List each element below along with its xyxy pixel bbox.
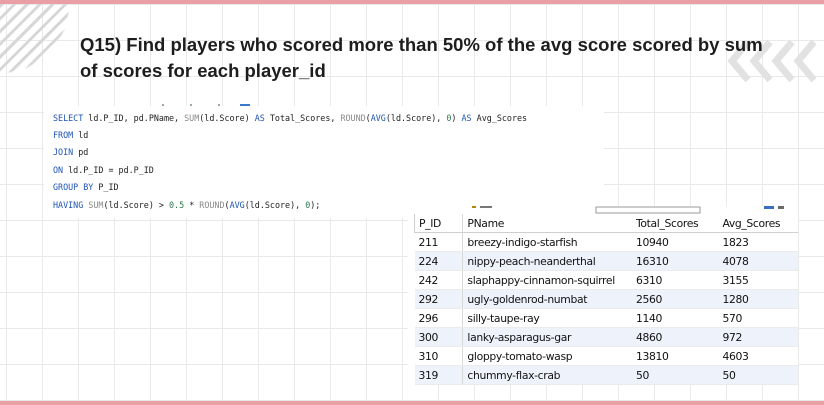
table-row[interactable]: 310 gloppy-tomato-wasp 13810 4603 [414, 346, 798, 366]
bottom-accent-line [0, 401, 824, 405]
column-header-pname[interactable]: PName [462, 214, 632, 233]
table-row[interactable]: 296 silly-taupe-ray 1140 570 [414, 308, 798, 328]
cell-p-id[interactable]: 224 [414, 251, 464, 271]
cell-p-id[interactable]: 296 [414, 308, 464, 328]
cell-total-scores[interactable]: 4860 [631, 327, 719, 347]
cell-pname[interactable]: breezy-indigo-starfish [462, 232, 632, 252]
cell-total-scores[interactable]: 1140 [631, 308, 719, 328]
cell-pname[interactable]: lanky-asparagus-gar [462, 327, 632, 347]
result-grid-panel: P_ID PName Total_Scores Avg_Scores 211 b… [408, 206, 798, 385]
cell-p-id[interactable]: 242 [414, 270, 464, 290]
sql-line-on: ON ld.P_ID = pd.P_ID [53, 165, 154, 175]
cell-total-scores[interactable]: 16310 [631, 251, 719, 271]
cell-p-id[interactable]: 300 [414, 327, 464, 347]
cell-pname[interactable]: slaphappy-cinnamon-squirrel [462, 270, 632, 290]
column-header-p-id[interactable]: P_ID [413, 214, 464, 233]
editor-hint-marks [162, 104, 250, 106]
result-toolbar-fragment [472, 206, 784, 214]
cell-total-scores[interactable]: 10940 [631, 232, 719, 252]
table-row[interactable]: 319 chummy-flax-crab 50 50 [414, 365, 798, 385]
result-table: P_ID PName Total_Scores Avg_Scores 211 b… [413, 214, 798, 385]
column-header-avg-scores[interactable]: Avg_Scores [718, 214, 798, 233]
cell-total-scores[interactable]: 50 [631, 365, 719, 385]
table-row[interactable]: 300 lanky-asparagus-gar 4860 972 [414, 327, 798, 347]
table-row[interactable]: 292 ugly-goldenrod-numbat 2560 1280 [414, 289, 798, 309]
column-header-total-scores[interactable]: Total_Scores [631, 214, 719, 233]
cell-avg-scores[interactable]: 4603 [718, 346, 798, 366]
cell-p-id[interactable]: 211 [414, 232, 464, 252]
cell-pname[interactable]: silly-taupe-ray [462, 308, 632, 328]
cell-pname[interactable]: chummy-flax-crab [462, 365, 632, 385]
cell-avg-scores[interactable]: 972 [718, 327, 798, 347]
sql-line-group-by: GROUP BY P_ID [53, 182, 119, 192]
table-row[interactable]: 224 nippy-peach-neanderthal 16310 4078 [414, 251, 798, 271]
cell-pname[interactable]: ugly-goldenrod-numbat [462, 289, 632, 309]
sql-line-having: HAVING SUM(ld.Score) > 0.5 * ROUND(AVG(l… [53, 200, 321, 210]
cell-pname[interactable]: gloppy-tomato-wasp [462, 346, 632, 366]
cell-avg-scores[interactable]: 4078 [718, 251, 798, 271]
cell-p-id[interactable]: 292 [414, 289, 464, 309]
cell-pname[interactable]: nippy-peach-neanderthal [462, 251, 632, 271]
diagonal-stripes-decoration [0, 4, 80, 104]
sql-line-from: FROM ld [53, 130, 89, 140]
cell-avg-scores[interactable]: 3155 [718, 270, 798, 290]
cell-avg-scores[interactable]: 570 [718, 308, 798, 328]
cell-total-scores[interactable]: 13810 [631, 346, 719, 366]
sql-editor[interactable]: SELECT ld.P_ID, pd.PName, SUM(ld.Score) … [44, 104, 604, 218]
cell-p-id[interactable]: 310 [414, 346, 464, 366]
cell-avg-scores[interactable]: 1280 [718, 289, 798, 309]
cell-p-id[interactable]: 319 [414, 365, 464, 385]
top-accent-line [0, 0, 824, 4]
cell-total-scores[interactable]: 6310 [631, 270, 719, 290]
table-row[interactable]: 211 breezy-indigo-starfish 10940 1823 [414, 232, 798, 252]
cell-total-scores[interactable]: 2560 [631, 289, 719, 309]
cell-avg-scores[interactable]: 50 [718, 365, 798, 385]
result-header-row: P_ID PName Total_Scores Avg_Scores [413, 214, 798, 233]
table-row[interactable]: 242 slaphappy-cinnamon-squirrel 6310 315… [414, 270, 798, 290]
question-title: Q15) Find players who scored more than 5… [80, 34, 763, 81]
sql-line-join: JOIN pd [53, 147, 89, 157]
cell-avg-scores[interactable]: 1823 [718, 232, 798, 252]
sql-line-select: SELECT ld.P_ID, pd.PName, SUM(ld.Score) … [53, 113, 528, 123]
